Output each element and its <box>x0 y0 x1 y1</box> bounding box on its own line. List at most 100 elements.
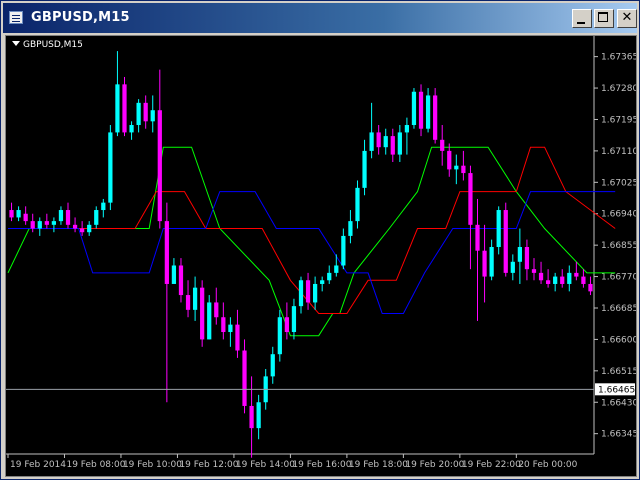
candle-body <box>101 202 106 211</box>
candle-body <box>178 265 184 296</box>
candle-body <box>305 280 311 303</box>
y-tick-label: 1.66685 <box>601 304 636 314</box>
terminal-window: GBPUSD,M15 ✕ 1.67365 1.67280 1.67195 1.6711… <box>0 0 640 480</box>
candle-body <box>298 280 304 307</box>
candle-body <box>320 280 325 284</box>
x-tick-label: 19 Feb 10:00 <box>123 460 182 470</box>
candle-body <box>214 302 219 318</box>
candle-body <box>538 272 544 281</box>
candle-body <box>80 228 85 233</box>
candle-body <box>574 272 579 277</box>
candle-body <box>87 224 92 233</box>
candle-body <box>228 324 233 333</box>
x-tick-label: 19 Feb 22:00 <box>462 460 521 470</box>
x-tick-label: 19 Feb 08:00 <box>66 460 125 470</box>
candle-body <box>37 221 42 229</box>
indicator-line-2 <box>8 191 616 314</box>
candle-body <box>23 213 28 222</box>
candle-body <box>411 91 417 126</box>
candle-body <box>510 261 515 273</box>
x-tick-label: 19 Feb 20:00 <box>405 460 464 470</box>
candle-body <box>517 247 522 262</box>
current-price-label: 1.66465 <box>598 385 635 395</box>
candle-body <box>284 317 289 333</box>
y-tick-label: 1.66430 <box>601 398 636 408</box>
candle-body <box>72 224 78 229</box>
candle-body <box>362 150 367 188</box>
maximize-button[interactable] <box>594 9 614 28</box>
candle-body <box>200 287 205 340</box>
candle-body <box>475 224 480 251</box>
minimize-icon <box>577 22 585 24</box>
chart-area[interactable]: 1.67365 1.67280 1.67195 1.67110 1.67025 1.669… <box>5 35 637 477</box>
candle-body <box>16 210 21 218</box>
dropdown-triangle-icon[interactable] <box>12 41 20 46</box>
candle-body <box>58 210 64 222</box>
candle-body <box>94 210 99 225</box>
y-tick-label: 1.66345 <box>601 430 636 440</box>
candle-body <box>461 165 466 174</box>
candle-body <box>489 247 494 277</box>
x-tick-label: 19 Feb 12:00 <box>179 460 238 470</box>
candle-body <box>383 136 388 148</box>
indicator-line-0 <box>7 146 616 337</box>
candle-body <box>51 221 57 225</box>
y-tick-label: 1.67365 <box>601 53 636 63</box>
y-tick-label: 1.66940 <box>601 210 636 220</box>
candle-body <box>503 210 508 273</box>
candle-body <box>496 210 501 247</box>
y-tick-label: 1.66855 <box>601 241 636 251</box>
candle-body <box>567 272 572 284</box>
candle-body <box>433 95 438 140</box>
candle-body <box>207 302 212 340</box>
title-bar[interactable]: GBPUSD,M15 ✕ <box>3 3 637 33</box>
candle-body <box>242 350 247 406</box>
y-tick-label: 1.66515 <box>601 367 636 377</box>
candle-body <box>482 250 487 277</box>
indicator-line-1 <box>8 146 616 314</box>
symbol-label-text: GBPUSD,M15 <box>23 40 83 50</box>
y-tick-label: 1.67025 <box>601 178 636 188</box>
close-icon: ✕ <box>621 10 633 25</box>
candle-body <box>270 354 275 377</box>
candle-body <box>256 402 261 429</box>
candle-body <box>404 125 410 133</box>
candle-body <box>545 280 551 284</box>
candle-body <box>369 132 374 151</box>
candle-body <box>291 306 297 333</box>
x-tick-label: 19 Feb 14:00 <box>236 460 295 470</box>
price-chart[interactable]: 1.67365 1.67280 1.67195 1.67110 1.67025 1.669… <box>6 36 636 476</box>
chart-window-icon <box>9 11 23 24</box>
candle-body <box>136 102 141 126</box>
candle-body <box>454 165 459 170</box>
window-title: GBPUSD,M15 <box>31 10 130 25</box>
candle-body <box>171 265 177 284</box>
y-tick-label: 1.67280 <box>601 84 636 94</box>
candle-body <box>221 317 226 333</box>
minimize-button[interactable] <box>572 9 592 28</box>
candle-body <box>468 173 473 225</box>
candle-body <box>581 276 586 284</box>
candle-body <box>150 110 155 122</box>
x-tick-label: 19 Feb 18:00 <box>349 460 408 470</box>
candle-body <box>249 405 254 429</box>
candle-body <box>531 269 537 273</box>
y-tick-label: 1.66770 <box>601 273 636 283</box>
candle-body <box>143 102 148 122</box>
candle-body <box>313 283 318 303</box>
candle-body <box>9 210 14 218</box>
candle-body <box>524 247 530 270</box>
close-button[interactable]: ✕ <box>617 9 637 28</box>
candle-body <box>397 132 402 155</box>
candle-body <box>440 139 445 151</box>
candle-body <box>418 91 424 129</box>
candle-body <box>334 265 339 273</box>
candle-body <box>65 210 71 225</box>
candle-body <box>355 187 360 222</box>
candle-body <box>129 125 134 133</box>
y-tick-label: 1.67195 <box>601 115 636 125</box>
x-tick-label: 20 Feb 00:00 <box>518 460 577 470</box>
candle-body <box>553 276 558 284</box>
maximize-icon <box>598 12 608 22</box>
candle-body <box>185 295 191 310</box>
